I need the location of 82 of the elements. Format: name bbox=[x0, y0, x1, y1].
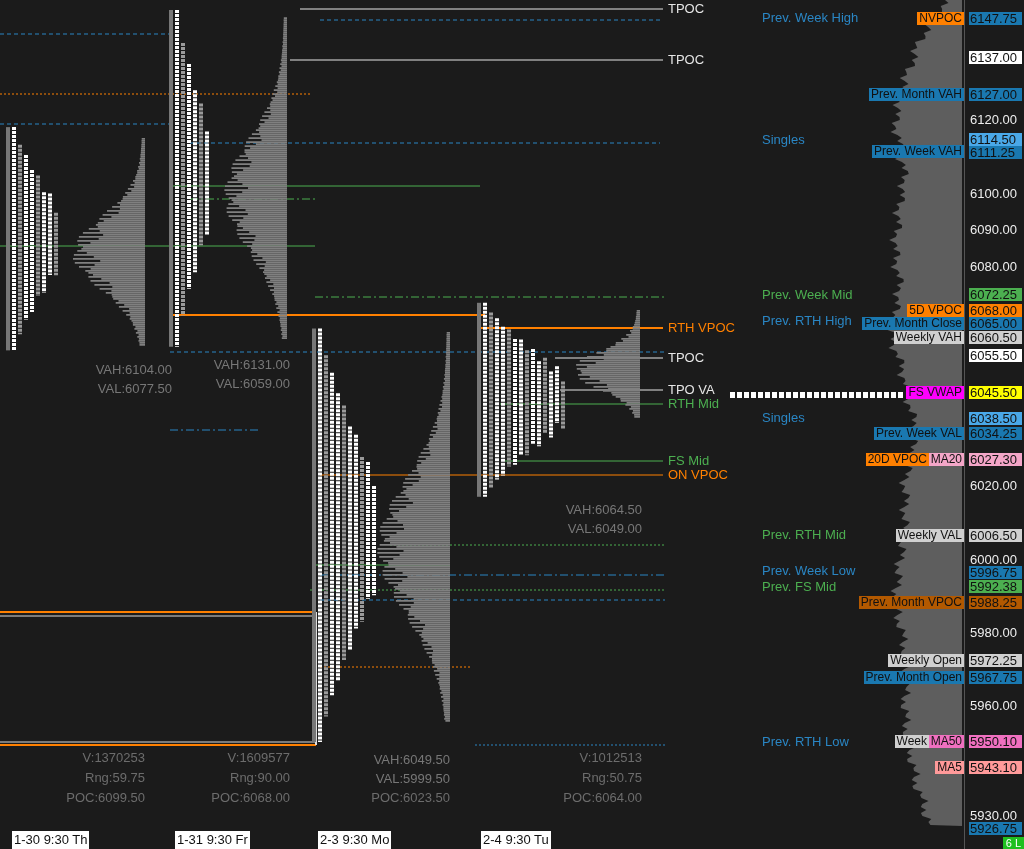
price-tag: 6038.50 bbox=[969, 411, 1022, 425]
level-tag: NVPOC bbox=[917, 11, 964, 25]
level-label: Prev. Week Low bbox=[762, 562, 856, 578]
level-tag: MA50 bbox=[928, 735, 964, 749]
price-tag: 6027.30 bbox=[969, 452, 1022, 466]
level-label: Prev. FS Mid bbox=[762, 578, 837, 594]
level-tag: Prev. Week VAH bbox=[871, 145, 964, 159]
level-tag: Weekly Open bbox=[888, 654, 964, 668]
price-tick: 5980.00 bbox=[969, 625, 1018, 639]
level-label: Singles bbox=[762, 410, 805, 426]
level-label: Singles bbox=[762, 131, 805, 147]
price-tag: 5950.10 bbox=[969, 735, 1022, 749]
level-tag: Prev. Week VAL bbox=[873, 427, 964, 441]
session-stat: V:1370253 bbox=[82, 749, 145, 767]
session-time-label: 1-31 9:30 Fr bbox=[175, 831, 250, 849]
price-tag: 6068.00 bbox=[969, 303, 1022, 317]
level-label: Prev. Week High bbox=[762, 10, 859, 26]
price-tag: 5926.75 bbox=[969, 821, 1022, 835]
price-tag: 6055.50 bbox=[969, 349, 1022, 363]
level-tag: Prev. Month VPOC bbox=[858, 595, 964, 609]
session-time-label: 2-3 9:30 Mo bbox=[318, 831, 392, 849]
session-stat: POC:6099.50 bbox=[66, 789, 145, 807]
price-tag: 6114.50 bbox=[969, 133, 1022, 147]
price-tag: 6060.50 bbox=[969, 331, 1022, 345]
price-tick: 6090.00 bbox=[969, 223, 1018, 237]
price-tick: 5960.00 bbox=[969, 698, 1018, 712]
value-area-label: VAH:6131.00 bbox=[213, 356, 290, 374]
level-tag: Prev. Month VAH bbox=[869, 87, 964, 101]
value-area-label: VAL:6059.00 bbox=[215, 375, 290, 393]
value-area-label: VAL:6049.00 bbox=[567, 520, 642, 538]
session-stat: Rng:59.75 bbox=[85, 769, 145, 787]
level-label: Prev. Week Mid bbox=[762, 286, 853, 302]
level-tag: Weekly VAH bbox=[893, 331, 964, 345]
price-tag: 6072.25 bbox=[969, 288, 1022, 302]
price-tick: 6000.00 bbox=[969, 552, 1018, 566]
session-stat: Rng:50.75 bbox=[582, 769, 642, 787]
line-label: TPOC bbox=[668, 350, 705, 365]
price-tag: 6111.25 bbox=[969, 146, 1022, 160]
value-area-label: VAH:6049.50 bbox=[373, 751, 450, 769]
price-tag: 6147.75 bbox=[969, 11, 1022, 25]
level-tag: Prev. Month Open bbox=[863, 670, 964, 684]
status-badge: 6 L bbox=[1002, 837, 1024, 849]
price-tag: 6045.50 bbox=[969, 385, 1022, 399]
line-label: TPOC bbox=[668, 52, 705, 67]
value-area-label: VAL:6077.50 bbox=[97, 380, 172, 398]
price-tag: 6127.00 bbox=[969, 87, 1022, 101]
level-tag: 20D VPOC bbox=[865, 452, 929, 466]
session-stat: V:1012513 bbox=[579, 749, 642, 767]
line-label: RTH Mid bbox=[668, 396, 720, 411]
line-label: FS Mid bbox=[668, 453, 710, 468]
level-label: Prev. RTH High bbox=[762, 313, 852, 329]
line-label: RTH VPOC bbox=[668, 320, 735, 335]
price-tag: 5996.75 bbox=[969, 565, 1022, 579]
price-tag: 5988.25 bbox=[969, 595, 1022, 609]
session-time-label: 2-4 9:30 Tu bbox=[481, 831, 551, 849]
price-tick: 6020.00 bbox=[969, 479, 1018, 493]
level-tag: Week bbox=[894, 735, 929, 749]
price-tick: 6120.00 bbox=[969, 113, 1018, 127]
level-label: Prev. RTH Low bbox=[762, 733, 849, 749]
session-stat: V:1609577 bbox=[227, 749, 290, 767]
price-tag: 6137.00 bbox=[969, 51, 1022, 65]
price-tag: 5992.38 bbox=[969, 580, 1022, 594]
session-stat: POC:6064.00 bbox=[563, 789, 642, 807]
session-stat: POC:6023.50 bbox=[371, 789, 450, 807]
value-area-label: VAH:6064.50 bbox=[565, 501, 642, 519]
session-stat: Rng:90.00 bbox=[230, 769, 290, 787]
session-stat: POC:6068.00 bbox=[211, 789, 290, 807]
price-tick: 6100.00 bbox=[969, 186, 1018, 200]
price-tag: 6006.50 bbox=[969, 528, 1022, 542]
price-tag: 5943.10 bbox=[969, 760, 1022, 774]
line-label: ON VPOC bbox=[668, 467, 728, 482]
line-label: TPO VA bbox=[668, 382, 715, 397]
price-tick: 5930.00 bbox=[969, 808, 1018, 822]
session-time-label: 1-30 9:30 Th bbox=[12, 831, 90, 849]
level-label: Prev. RTH Mid bbox=[762, 527, 847, 543]
price-tag: 5967.75 bbox=[969, 670, 1022, 684]
value-area-label: VAH:6104.00 bbox=[95, 361, 172, 379]
price-tick: 6080.00 bbox=[969, 259, 1018, 273]
value-area-label: VAL:5999.50 bbox=[375, 770, 450, 788]
price-tag: 5972.25 bbox=[969, 654, 1022, 668]
price-tag: 6034.25 bbox=[969, 427, 1022, 441]
line-label: TPOC bbox=[668, 1, 705, 16]
